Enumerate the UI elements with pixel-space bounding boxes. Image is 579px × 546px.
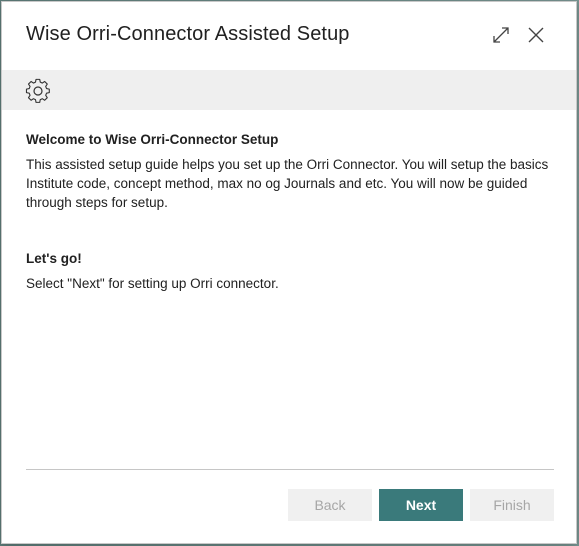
letsgo-heading: Let's go! bbox=[26, 251, 82, 266]
welcome-text: This assisted setup guide helps you set … bbox=[26, 157, 549, 210]
expand-icon bbox=[493, 27, 509, 43]
gear-icon bbox=[25, 78, 50, 103]
footer-divider bbox=[26, 469, 554, 470]
close-icon bbox=[528, 27, 544, 43]
expand-button[interactable] bbox=[488, 22, 514, 48]
back-button[interactable]: Back bbox=[288, 489, 372, 521]
welcome-heading: Welcome to Wise Orri-Connector Setup bbox=[26, 132, 279, 147]
settings-button[interactable] bbox=[24, 77, 52, 105]
finish-button[interactable]: Finish bbox=[470, 489, 554, 521]
close-button[interactable] bbox=[523, 22, 549, 48]
dialog-content: Welcome to Wise Orri-Connector Setup Thi… bbox=[26, 130, 554, 293]
dialog-toolbar bbox=[2, 70, 576, 110]
letsgo-text: Select "Next" for setting up Orri connec… bbox=[26, 276, 279, 291]
letsgo-section: Let's go! Select "Next" for setting up O… bbox=[26, 249, 554, 293]
next-button[interactable]: Next bbox=[379, 489, 463, 521]
dialog-header: Wise Orri-Connector Assisted Setup bbox=[2, 2, 576, 70]
assisted-setup-dialog: Wise Orri-Connector Assisted Setup Welco… bbox=[1, 1, 577, 544]
dialog-title: Wise Orri-Connector Assisted Setup bbox=[26, 23, 350, 45]
